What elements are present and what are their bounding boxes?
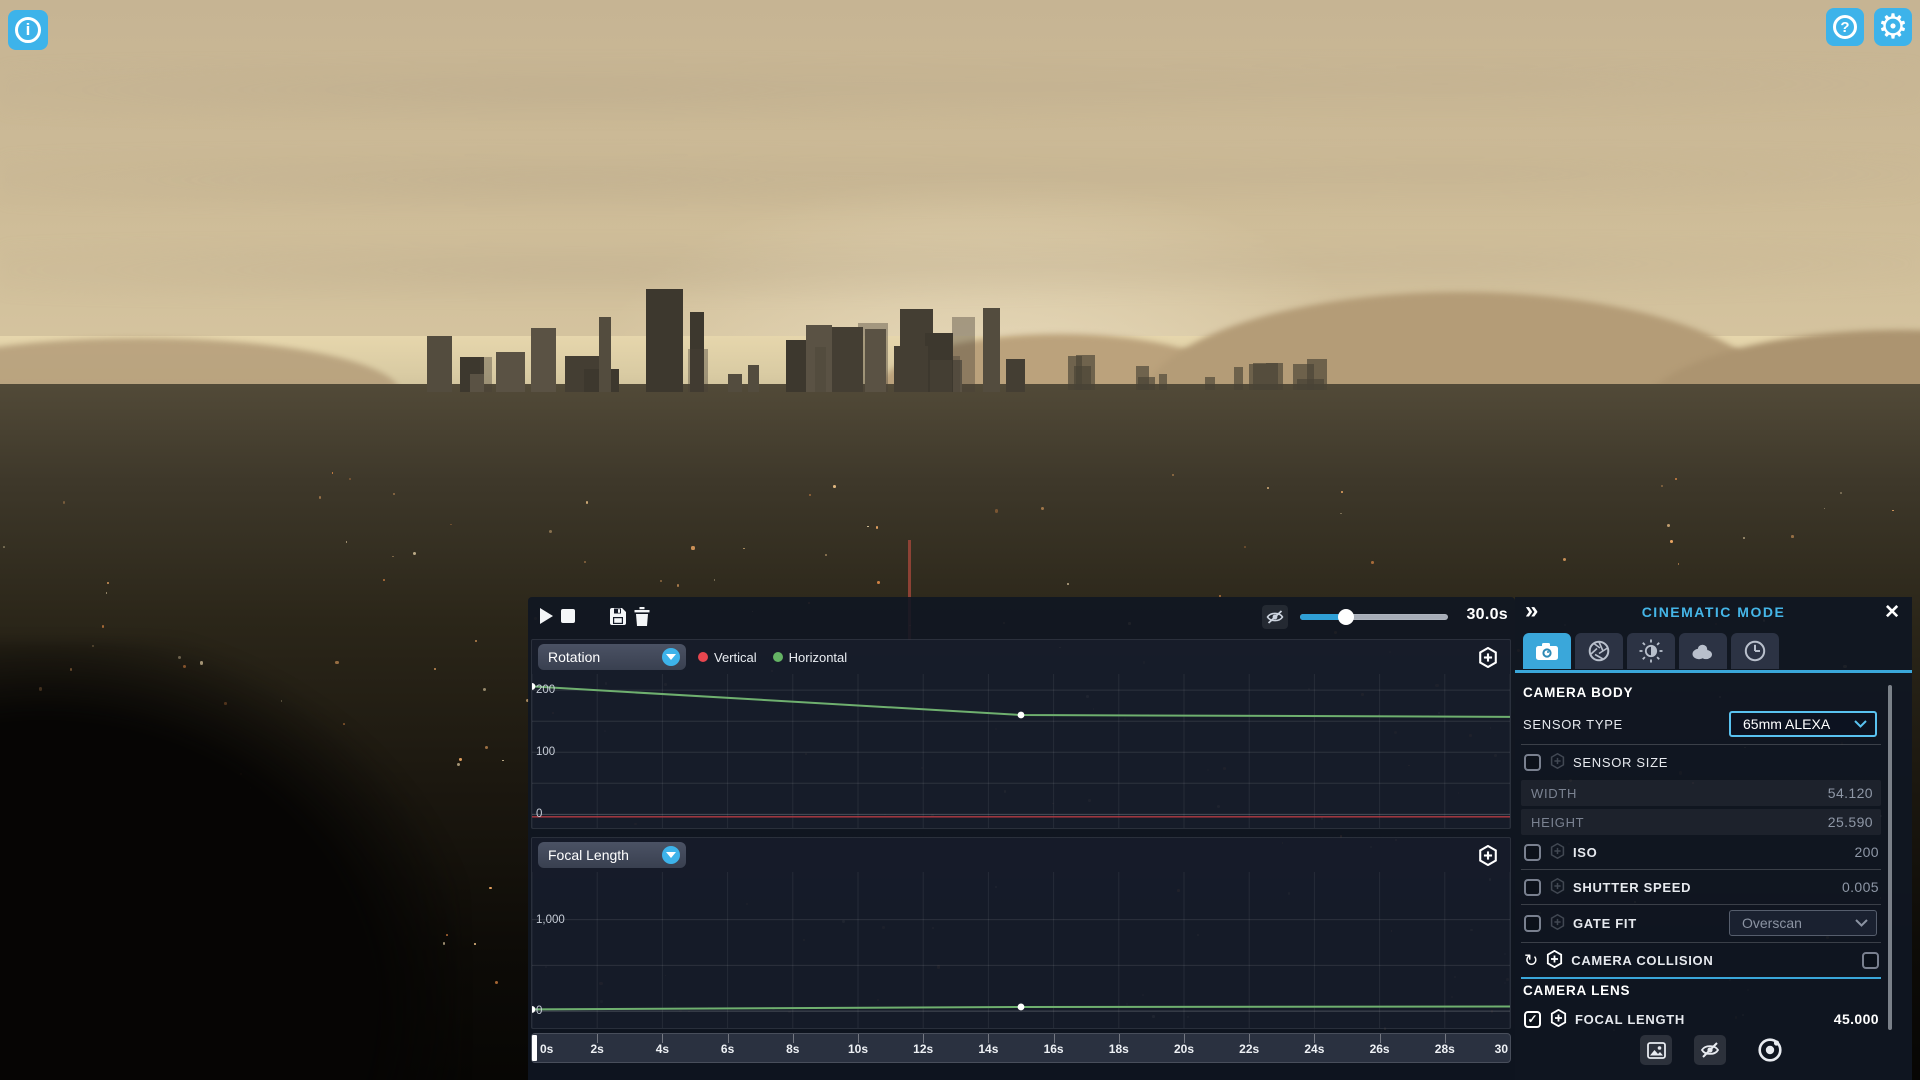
row-camera-collision: ↻ CAMERA COLLISION	[1521, 946, 1881, 974]
shutter-speed-checkbox[interactable]	[1524, 878, 1541, 896]
time-tick-label: 14s	[978, 1042, 999, 1056]
panel-body: CAMERA BODY SENSOR TYPE 65mm ALEXA SENSO…	[1521, 597, 1881, 1080]
focal-track-header: Focal Length	[532, 838, 1510, 872]
iso-checkbox[interactable]	[1524, 843, 1541, 861]
lens-actions-row	[1521, 1035, 1881, 1067]
horizontal-legend-dot	[772, 652, 783, 662]
time-tick-label: 20s	[1173, 1042, 1195, 1056]
y-axis-tick-label: 0	[536, 808, 543, 821]
timeline-toolbar: 30.0s	[528, 597, 1515, 637]
timeline-duration: 30.0s	[1466, 606, 1508, 623]
vertical-legend-dot	[698, 652, 708, 662]
time-tick-label: 18s	[1108, 1042, 1129, 1056]
help-icon: ?	[1833, 15, 1857, 39]
camera-lens-header: CAMERA LENS	[1523, 983, 1631, 998]
focal-track-selector[interactable]: Focal Length	[538, 842, 686, 868]
play-button[interactable]	[534, 604, 558, 628]
row-focal-length: FOCAL LENGTH 45.000	[1521, 1005, 1881, 1033]
time-tick-label: 30	[1494, 1042, 1508, 1056]
add-keyframe-icon[interactable]	[1478, 844, 1498, 871]
cinematic-mode-panel: » CINEMATIC MODE ✕ CAMERA BODY SENSOR TY…	[1515, 597, 1912, 1080]
time-tick-label: 16s	[1043, 1042, 1064, 1056]
playback-speed-slider[interactable]	[1300, 609, 1448, 625]
keyframe-add-icon[interactable]	[1550, 1008, 1567, 1030]
stop-button[interactable]	[556, 604, 580, 628]
y-axis-tick-label: 1,000	[536, 913, 565, 926]
delete-button[interactable]	[630, 604, 654, 628]
record-button[interactable]	[1754, 1035, 1786, 1065]
close-icon[interactable]: ✕	[1884, 601, 1900, 624]
focal-curve-plot[interactable]: 1,000 0	[532, 872, 1510, 1028]
keyframe-icon	[1550, 752, 1565, 772]
keyframe-add-icon[interactable]	[1546, 949, 1563, 971]
toggle-ui-visibility-button[interactable]	[1262, 605, 1288, 629]
time-tick-label: 4s	[655, 1042, 670, 1056]
save-button[interactable]	[606, 604, 630, 628]
rotation-track-selector[interactable]: Rotation	[538, 644, 686, 670]
record-icon	[1758, 1038, 1782, 1062]
play-icon	[539, 608, 553, 624]
reset-icon[interactable]: ↻	[1524, 952, 1538, 969]
rotation-track-header: Rotation Vertical Horizontal	[532, 640, 1510, 674]
row-shutter-speed: SHUTTER SPEED 0.005	[1521, 873, 1881, 901]
sensor-size-checkbox[interactable]	[1524, 753, 1541, 771]
time-tick-label: 26s	[1369, 1042, 1390, 1056]
keyframe-icon	[1550, 877, 1565, 897]
settings-button[interactable]: ⚙	[1874, 8, 1912, 46]
y-axis-tick-label: 200	[536, 684, 556, 697]
foreground-shadow	[0, 640, 460, 1080]
camera-collision-checkbox[interactable]	[1862, 951, 1879, 969]
stop-icon	[561, 609, 575, 623]
time-tick-label: 2s	[590, 1042, 604, 1056]
time-tick-label: 10s	[847, 1042, 869, 1056]
row-sensor-width: WIDTH 54.120	[1521, 780, 1881, 806]
chevron-down-icon	[662, 846, 680, 864]
rotation-curve-plot[interactable]: 200 100 0	[532, 674, 1510, 828]
info-icon: i	[15, 17, 41, 43]
time-tick-label: 0s	[540, 1042, 554, 1056]
keyframe-icon	[1550, 913, 1565, 933]
trash-icon	[634, 606, 650, 626]
hide-ui-button[interactable]	[1694, 1035, 1726, 1065]
focal-length-checkbox[interactable]	[1524, 1010, 1541, 1028]
time-tick-label: 6s	[720, 1042, 735, 1056]
y-axis-tick-label: 0	[536, 1005, 543, 1018]
playhead[interactable]	[532, 1035, 537, 1061]
y-axis-tick-label: 100	[536, 746, 556, 759]
timeline-panel: 30.0s Rotation Vertical Horizontal 200 10…	[528, 597, 1515, 1080]
time-tick-label: 12s	[913, 1042, 934, 1056]
info-button[interactable]: i	[8, 10, 48, 50]
eye-off-icon	[1700, 1042, 1720, 1058]
save-icon	[610, 607, 626, 625]
slider-knob[interactable]	[1337, 609, 1354, 625]
time-tick-label: 22s	[1239, 1042, 1260, 1056]
gate-fit-checkbox[interactable]	[1524, 914, 1541, 932]
panel-scrollbar[interactable]	[1888, 685, 1892, 1030]
chevron-down-icon	[662, 648, 680, 666]
camera-body-header: CAMERA BODY	[1523, 685, 1634, 700]
row-sensor-height: HEIGHT 25.590	[1521, 809, 1881, 835]
time-tick-label: 24s	[1304, 1042, 1325, 1056]
time-tick-label: 28s	[1434, 1042, 1455, 1056]
gate-fit-dropdown[interactable]: Overscan	[1729, 910, 1877, 936]
gear-icon: ⚙	[1877, 8, 1909, 46]
focal-length-track: Focal Length 1,000 0	[531, 837, 1511, 1029]
add-keyframe-icon[interactable]	[1478, 646, 1498, 673]
help-button[interactable]: ?	[1826, 8, 1864, 46]
rotation-track: Rotation Vertical Horizontal 200 100 0	[531, 639, 1511, 829]
keyframe-icon	[1550, 842, 1565, 862]
screenshot-button[interactable]	[1640, 1035, 1672, 1065]
row-sensor-type: SENSOR TYPE 65mm ALEXA	[1521, 709, 1881, 739]
chevron-down-icon	[1854, 720, 1867, 728]
time-axis[interactable]: 0s 2s 4s 6s 8s 10s 12s 14s 16s 18s 20s 22s 24s 26s 28s…	[531, 1033, 1511, 1063]
time-tick-label: 8s	[786, 1042, 800, 1056]
eye-off-icon	[1266, 610, 1284, 624]
row-iso: ISO 200	[1521, 838, 1881, 866]
row-gate-fit: GATE FIT Overscan	[1521, 908, 1881, 938]
row-sensor-size: SENSOR SIZE	[1521, 748, 1881, 776]
photo-icon	[1646, 1041, 1666, 1059]
chevron-down-icon	[1855, 919, 1868, 927]
sensor-type-dropdown[interactable]: 65mm ALEXA	[1729, 711, 1877, 737]
rotation-legend: Vertical Horizontal	[698, 640, 847, 674]
